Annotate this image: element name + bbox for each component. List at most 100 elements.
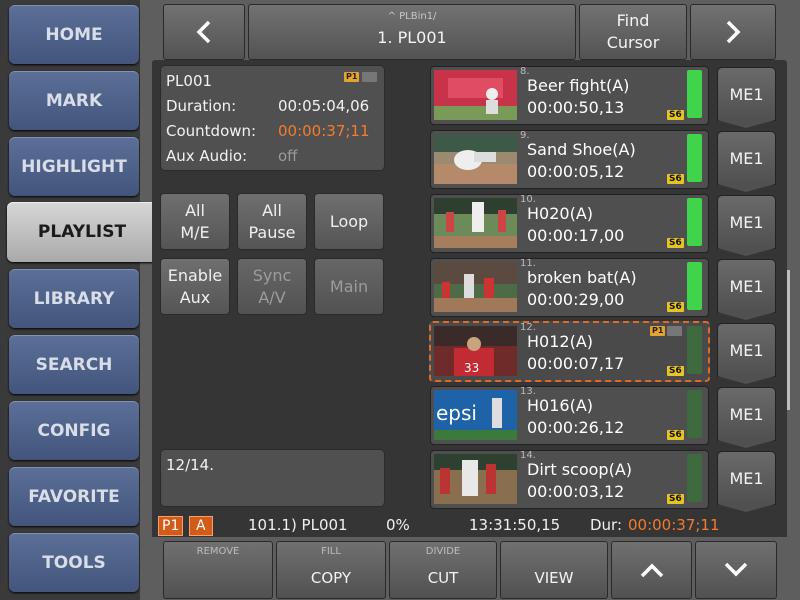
- me1-button[interactable]: ME1: [717, 195, 776, 256]
- me1-button[interactable]: ME1: [717, 323, 776, 384]
- clip-item[interactable]: epsi 13. H016(A) 00:00:26,12 S6: [430, 386, 709, 445]
- clip-duration: 00:00:17,00: [527, 226, 625, 245]
- status-timecode: 13:31:50,15: [469, 516, 561, 534]
- clip-thumbnail: [434, 454, 517, 504]
- s6-badge: S6: [667, 110, 684, 120]
- main-button[interactable]: Main: [314, 258, 384, 315]
- clip-duration: 00:00:07,17: [527, 354, 625, 373]
- clip-duration: 00:00:05,12: [527, 162, 625, 181]
- clip-duration: 00:00:29,00: [527, 290, 625, 309]
- next-button[interactable]: [690, 4, 776, 60]
- nav-favorite-button[interactable]: FAVORITE: [9, 467, 139, 526]
- loop-button[interactable]: Loop: [314, 193, 384, 250]
- countdown-value: 00:00:37;11: [278, 122, 370, 140]
- aux-audio-label: Aux Audio:: [166, 147, 248, 165]
- clip-item-selected[interactable]: 33 12. P1 H012(A) 00:00:07,17 S6: [429, 321, 710, 382]
- clip-name: H020(A): [527, 204, 593, 223]
- chevron-down-icon: [724, 562, 748, 577]
- nav-playlist-button[interactable]: PLAYLIST: [7, 202, 157, 262]
- level-bar: [687, 134, 702, 182]
- clip-thumbnail: [434, 262, 517, 312]
- p1-badge: P1: [650, 326, 666, 336]
- cut-label: CUT: [427, 569, 459, 587]
- view-button[interactable]: VIEW: [500, 541, 608, 599]
- scroll-down-button[interactable]: [695, 541, 777, 599]
- status-indicator: [667, 326, 682, 336]
- previous-button[interactable]: [163, 4, 245, 60]
- clip-duration: 00:00:03,12: [527, 482, 625, 501]
- remove-label: REMOVE: [196, 546, 240, 557]
- position-indicator: 12/14.: [166, 456, 214, 474]
- position-panel: 12/14.: [160, 449, 385, 507]
- s6-badge: S6: [667, 430, 684, 440]
- copy-button[interactable]: FILL COPY: [276, 541, 386, 599]
- duration-label: Duration:: [166, 97, 237, 115]
- clip-item[interactable]: 14. Dirt scoop(A) 00:00:03,12 S6: [430, 450, 709, 509]
- status-indicator: [362, 72, 377, 82]
- a-tag: A: [189, 516, 213, 536]
- enable-aux-button[interactable]: Enable Aux: [160, 258, 230, 315]
- status-dur-value: 00:00:37;11: [628, 516, 720, 534]
- clip-name: Sand Shoe(A): [527, 140, 636, 159]
- clip-item[interactable]: 10. H020(A) 00:00:17,00 S6: [430, 194, 709, 253]
- svg-text:epsi: epsi: [436, 401, 477, 425]
- clip-name: Beer fight(A): [527, 76, 630, 95]
- level-bar: [687, 454, 702, 502]
- scroll-up-button[interactable]: [611, 541, 692, 599]
- fill-label: FILL: [321, 546, 341, 557]
- me1-button[interactable]: ME1: [717, 131, 776, 192]
- clip-item[interactable]: 9. Sand Shoe(A) 00:00:05,12 S6: [430, 130, 709, 189]
- nav-config-button[interactable]: CONFIG: [9, 401, 139, 460]
- status-line: P1 A 101.1) PL001 0% 13:31:50,15 Dur: 00…: [152, 513, 787, 537]
- clip-duration: 00:00:50,13: [527, 98, 625, 117]
- clip-name: H016(A): [527, 396, 593, 415]
- clip-duration: 00:00:26,12: [527, 418, 625, 437]
- s6-badge: S6: [667, 494, 684, 504]
- level-bar: [687, 390, 702, 438]
- level-bar: [687, 326, 702, 374]
- remove-button[interactable]: REMOVE: [163, 541, 273, 599]
- playlist-title-panel: ^ PLBin1/ 1. PL001: [248, 4, 576, 60]
- me1-button[interactable]: ME1: [717, 259, 776, 320]
- me1-button[interactable]: ME1: [717, 451, 776, 512]
- clip-thumbnail: epsi: [434, 390, 517, 440]
- status-clip: 101.1) PL001: [248, 516, 348, 534]
- playlist-info-panel: PL001 P1 Duration: 00:05:04,06 Countdown…: [160, 65, 385, 171]
- duration-value: 00:05:04,06: [278, 97, 370, 115]
- divide-label: DIVIDE: [425, 546, 461, 557]
- find-cursor-button[interactable]: Find Cursor: [579, 4, 687, 60]
- scrollbar[interactable]: [787, 270, 790, 410]
- s6-badge: S6: [667, 174, 684, 184]
- clip-item[interactable]: 8. Beer fight(A) 00:00:50,13 S6: [430, 66, 709, 125]
- countdown-label: Countdown:: [166, 122, 257, 140]
- playlist-title: 1. PL001: [377, 28, 447, 47]
- svg-text:33: 33: [464, 361, 479, 375]
- chevron-up-icon: [640, 563, 663, 578]
- chevron-right-icon: [726, 20, 741, 44]
- all-me-button[interactable]: All M/E: [160, 193, 230, 250]
- s6-badge: S6: [667, 302, 684, 312]
- nav-mark-button[interactable]: MARK: [9, 71, 139, 130]
- me1-button[interactable]: ME1: [717, 387, 776, 448]
- copy-label: COPY: [310, 569, 352, 587]
- status-dur-label: Dur:: [590, 516, 623, 534]
- me1-button[interactable]: ME1: [717, 67, 776, 128]
- nav-search-button[interactable]: SEARCH: [9, 335, 139, 394]
- level-bar: [687, 198, 702, 246]
- level-bar: [687, 262, 702, 310]
- clip-thumbnail: [434, 198, 517, 248]
- playlist-name: PL001: [166, 72, 213, 90]
- nav-library-button[interactable]: LIBRARY: [9, 269, 139, 328]
- nav-highlight-button[interactable]: HIGHLIGHT: [9, 137, 139, 196]
- nav-home-button[interactable]: HOME: [9, 5, 139, 64]
- sync-av-button[interactable]: Sync A/V: [237, 258, 307, 315]
- s6-badge: S6: [667, 238, 684, 248]
- status-percent: 0%: [386, 516, 410, 534]
- clip-name: broken bat(A): [527, 268, 637, 287]
- clip-item[interactable]: 11. broken bat(A) 00:00:29,00 S6: [430, 258, 709, 317]
- p1-badge: P1: [344, 72, 360, 82]
- all-pause-button[interactable]: All Pause: [237, 193, 307, 250]
- cut-button[interactable]: DIVIDE CUT: [389, 541, 497, 599]
- nav-tools-button[interactable]: TOOLS: [9, 533, 139, 592]
- view-label: VIEW: [534, 569, 574, 587]
